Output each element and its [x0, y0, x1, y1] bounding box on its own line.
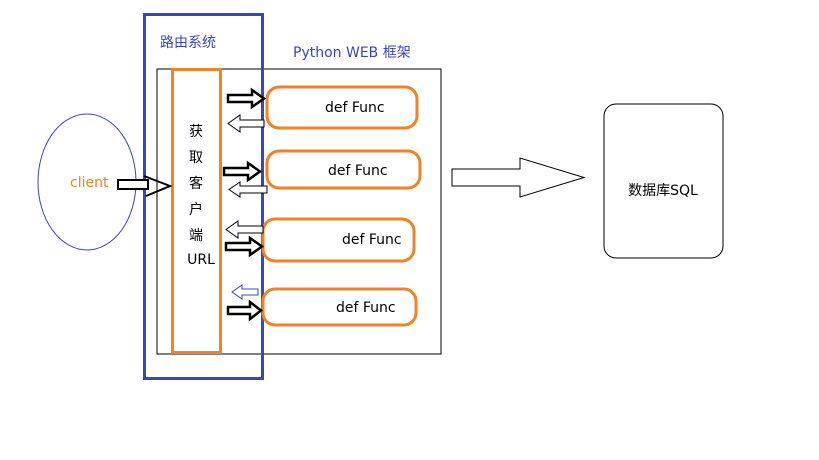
response-arrow-3	[225, 220, 264, 239]
func-box-2: def Func	[265, 149, 422, 190]
func-label-1: def Func	[325, 100, 385, 116]
url-label: 获 取 客 户 端 URL	[187, 124, 215, 268]
database-arrow	[451, 157, 586, 198]
architecture-diagram: Python WEB 框架 路由系统 获 取 客 户 端 URL client …	[37, 13, 724, 380]
url-char-5: 端	[189, 228, 203, 244]
framework-title: Python WEB 框架	[293, 45, 411, 61]
database-label: 数据库SQL	[628, 183, 698, 199]
func-label-4: def Func	[336, 300, 396, 316]
client-arrow-shaft	[117, 179, 149, 190]
request-arrow-3	[224, 235, 265, 258]
router-title: 路由系统	[160, 35, 216, 51]
url-char-2: 取	[189, 150, 203, 166]
response-arrow-1	[227, 114, 265, 133]
url-tail: URL	[187, 252, 215, 268]
url-char-3: 客	[189, 175, 203, 192]
request-arrow-2	[222, 160, 263, 183]
func-box-3: def Func	[261, 217, 416, 263]
client-label: client	[70, 175, 109, 191]
func-box-1: def Func	[265, 85, 419, 130]
func-label-2: def Func	[328, 163, 388, 179]
url-char-1: 获	[189, 124, 203, 140]
func-label-3: def Func	[342, 232, 402, 248]
url-char-4: 户	[189, 201, 203, 218]
request-arrow-1	[226, 87, 267, 110]
request-arrow-4	[226, 299, 264, 322]
database-box	[603, 103, 724, 259]
response-arrow-4	[231, 284, 259, 300]
func-box-4: def Func	[261, 287, 418, 327]
